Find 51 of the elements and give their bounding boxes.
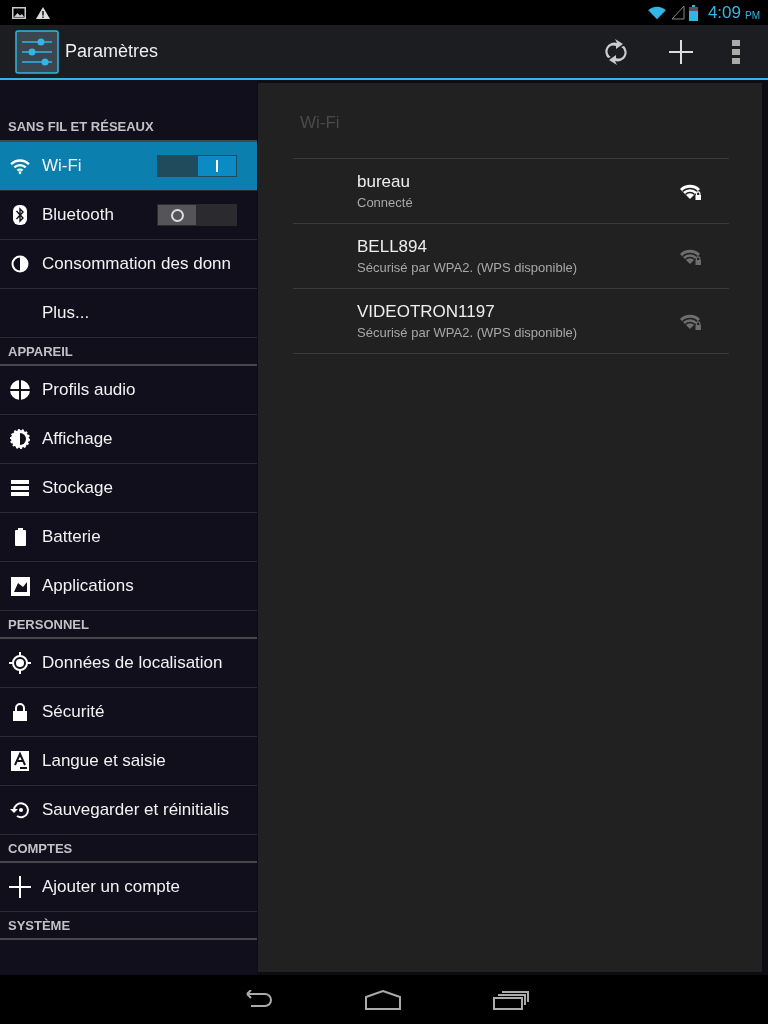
wifi-icon [9, 158, 31, 174]
settings-item[interactable]: Stockage [0, 464, 257, 513]
refresh-icon[interactable] [602, 37, 630, 66]
settings-item[interactable]: Ajouter un compte [0, 863, 257, 912]
warning-icon [36, 6, 50, 19]
home-icon[interactable] [365, 989, 401, 1010]
clock: 4:09 [707, 2, 741, 23]
picture-icon [12, 6, 26, 19]
toggle-switch[interactable] [157, 155, 237, 177]
settings-item[interactable]: Applications [0, 562, 257, 611]
recent-apps-icon[interactable] [493, 989, 529, 1010]
settings-item[interactable]: Consommation des donn [0, 240, 257, 289]
add-icon[interactable] [668, 38, 694, 65]
app-title: Paramètres [65, 41, 159, 62]
keyboard-letter-icon [11, 751, 29, 771]
battery-icon [688, 4, 698, 21]
section-header: APPAREIL [8, 344, 73, 359]
battery-icon [14, 528, 26, 546]
add-icon [9, 876, 31, 898]
section-header: PERSONNEL [8, 617, 89, 632]
wifi-icon [646, 5, 667, 20]
settings-icon[interactable] [15, 29, 59, 74]
apps-icon [10, 576, 30, 596]
audio-profile-icon [10, 380, 30, 400]
clock-period: PM [745, 9, 760, 21]
toggle-switch[interactable] [157, 204, 237, 226]
section-header: COMPTES [8, 841, 73, 856]
settings-item[interactable]: Sécurité [0, 688, 257, 737]
signal-icon [670, 5, 685, 20]
bluetooth-icon [13, 205, 27, 225]
network-item[interactable]: bureau Connecté [293, 159, 729, 224]
section-header: SANS FIL ET RÉSEAUX [8, 119, 154, 134]
location-icon [9, 652, 31, 674]
settings-item[interactable]: Sauvegarder et réinitialis [0, 786, 257, 835]
pie-chart-icon [11, 255, 29, 273]
lock-icon [13, 703, 27, 721]
settings-item[interactable]: Plus... [0, 289, 257, 338]
settings-item[interactable]: Affichage [0, 415, 257, 464]
settings-item[interactable]: Profils audio [0, 366, 257, 415]
storage-icon [11, 480, 29, 496]
settings-item[interactable]: Bluetooth [0, 191, 257, 240]
brightness-icon [10, 429, 30, 449]
network-item[interactable]: VIDEOTRON1197 Sécurisé par WPA2. (WPS disponible) [293, 289, 729, 354]
network-item[interactable]: BELL894 Sécurisé par WPA2. (WPS disponible) [293, 224, 729, 289]
section-header: SYSTÈME [8, 918, 71, 933]
settings-item[interactable]: Langue et saisie [0, 737, 257, 786]
menu-icon[interactable] [732, 39, 740, 64]
settings-item[interactable]: Batterie [0, 513, 257, 562]
settings-item[interactable]: Données de localisation [0, 639, 257, 688]
settings-item[interactable]: Wi-Fi [0, 142, 257, 191]
restore-icon [10, 801, 30, 819]
